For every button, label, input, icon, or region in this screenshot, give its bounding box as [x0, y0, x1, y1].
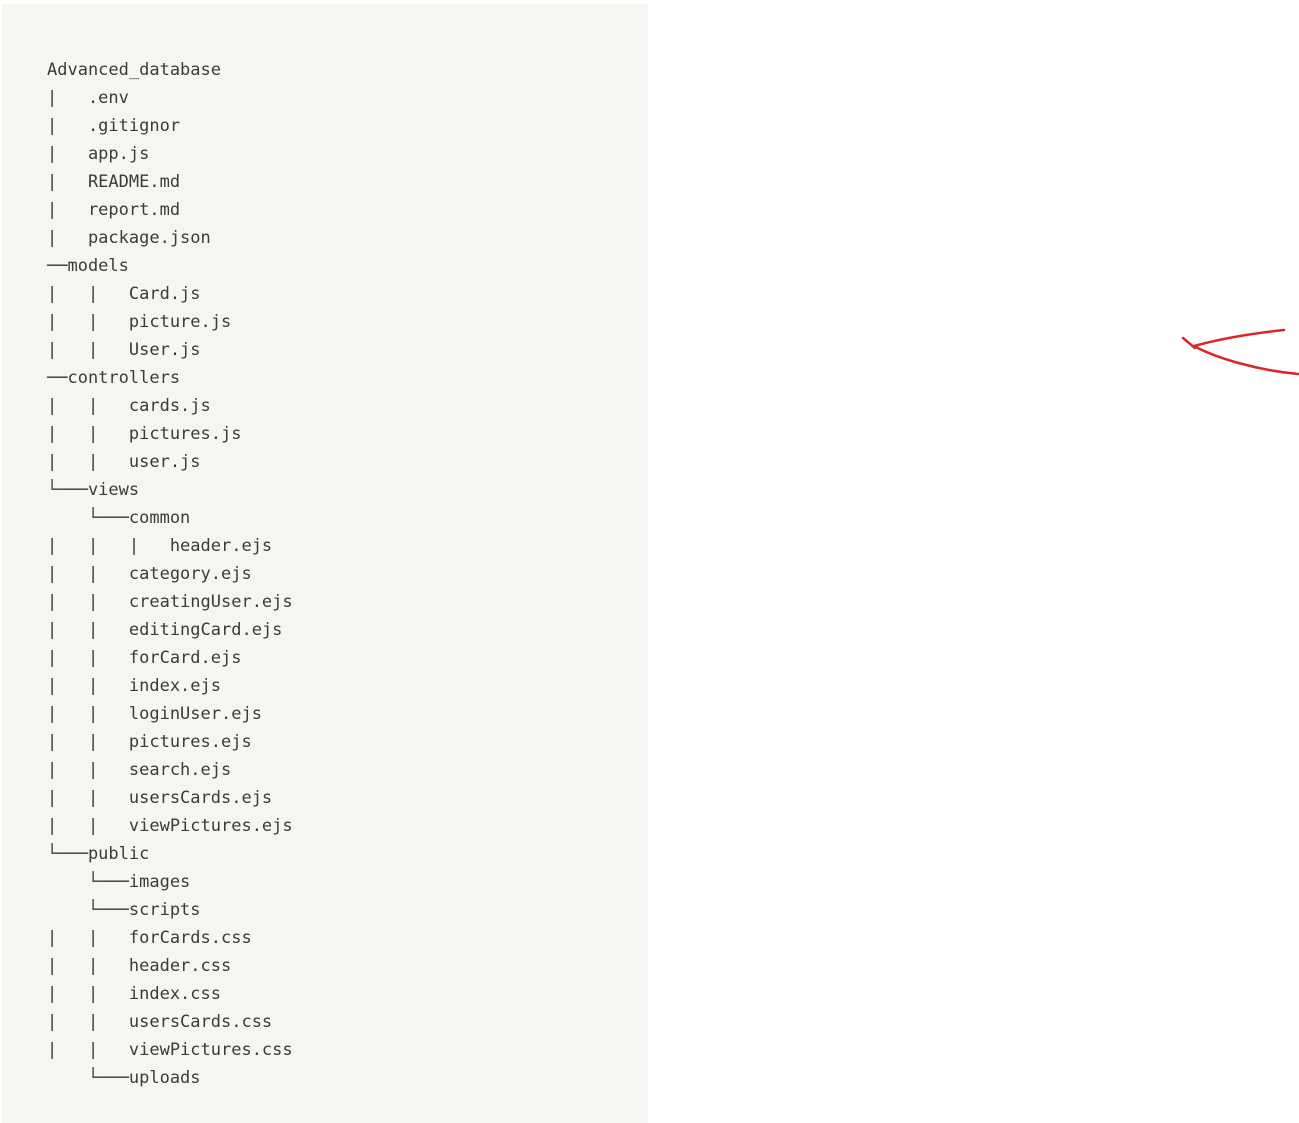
tree-line: └───common — [47, 508, 191, 528]
tree-line: └───public — [47, 844, 150, 864]
tree-line: | | search.ejs — [47, 760, 232, 780]
tree-line: | | | header.ejs — [47, 536, 273, 556]
tree-line: | | pictures.ejs — [47, 732, 252, 752]
tree-line: | | User.js — [47, 340, 201, 360]
tree-line: ──models — [47, 256, 129, 276]
tree-line: | | forCards.css — [47, 928, 252, 948]
tree-line: | | index.css — [47, 984, 221, 1004]
tree-line: | | user.js — [47, 452, 201, 472]
tree-line: | report.md — [47, 200, 181, 220]
code-block: Advanced_database | .env | .gitignor | app.… — [2, 4, 648, 1123]
tree-line: | package.json — [47, 228, 211, 248]
tree-line: | | creatingUser.ejs — [47, 592, 293, 612]
red-arrow-annotation-icon — [1181, 328, 1299, 376]
tree-line: └───views — [47, 480, 140, 500]
tree-line: ──controllers — [47, 368, 181, 388]
tree-line: | | viewPictures.css — [47, 1040, 293, 1060]
tree-line: └───images — [47, 872, 191, 892]
tree-line: | | header.css — [47, 956, 232, 976]
tree-line: | | index.ejs — [47, 676, 221, 696]
tree-line: | .gitignor — [47, 116, 181, 136]
tree-line: | | category.ejs — [47, 564, 252, 584]
tree-line: | | viewPictures.ejs — [47, 816, 293, 836]
file-tree: Advanced_database | .env | .gitignor | app.… — [47, 56, 648, 1092]
tree-line: └───uploads — [47, 1068, 201, 1088]
tree-line: | | editingCard.ejs — [47, 620, 283, 640]
tree-line: | | cards.js — [47, 396, 211, 416]
tree-line: | | picture.js — [47, 312, 232, 332]
tree-line: Advanced_database — [47, 60, 221, 80]
tree-line: | | usersCards.ejs — [47, 788, 273, 808]
tree-line: | | loginUser.ejs — [47, 704, 262, 724]
tree-line: | | forCard.ejs — [47, 648, 242, 668]
tree-line: | .env — [47, 88, 129, 108]
tree-line: | README.md — [47, 172, 181, 192]
tree-line: | | pictures.js — [47, 424, 242, 444]
tree-line: | app.js — [47, 144, 150, 164]
tree-line: └───scripts — [47, 900, 201, 920]
tree-line: | | usersCards.css — [47, 1012, 273, 1032]
tree-line: | | Card.js — [47, 284, 201, 304]
